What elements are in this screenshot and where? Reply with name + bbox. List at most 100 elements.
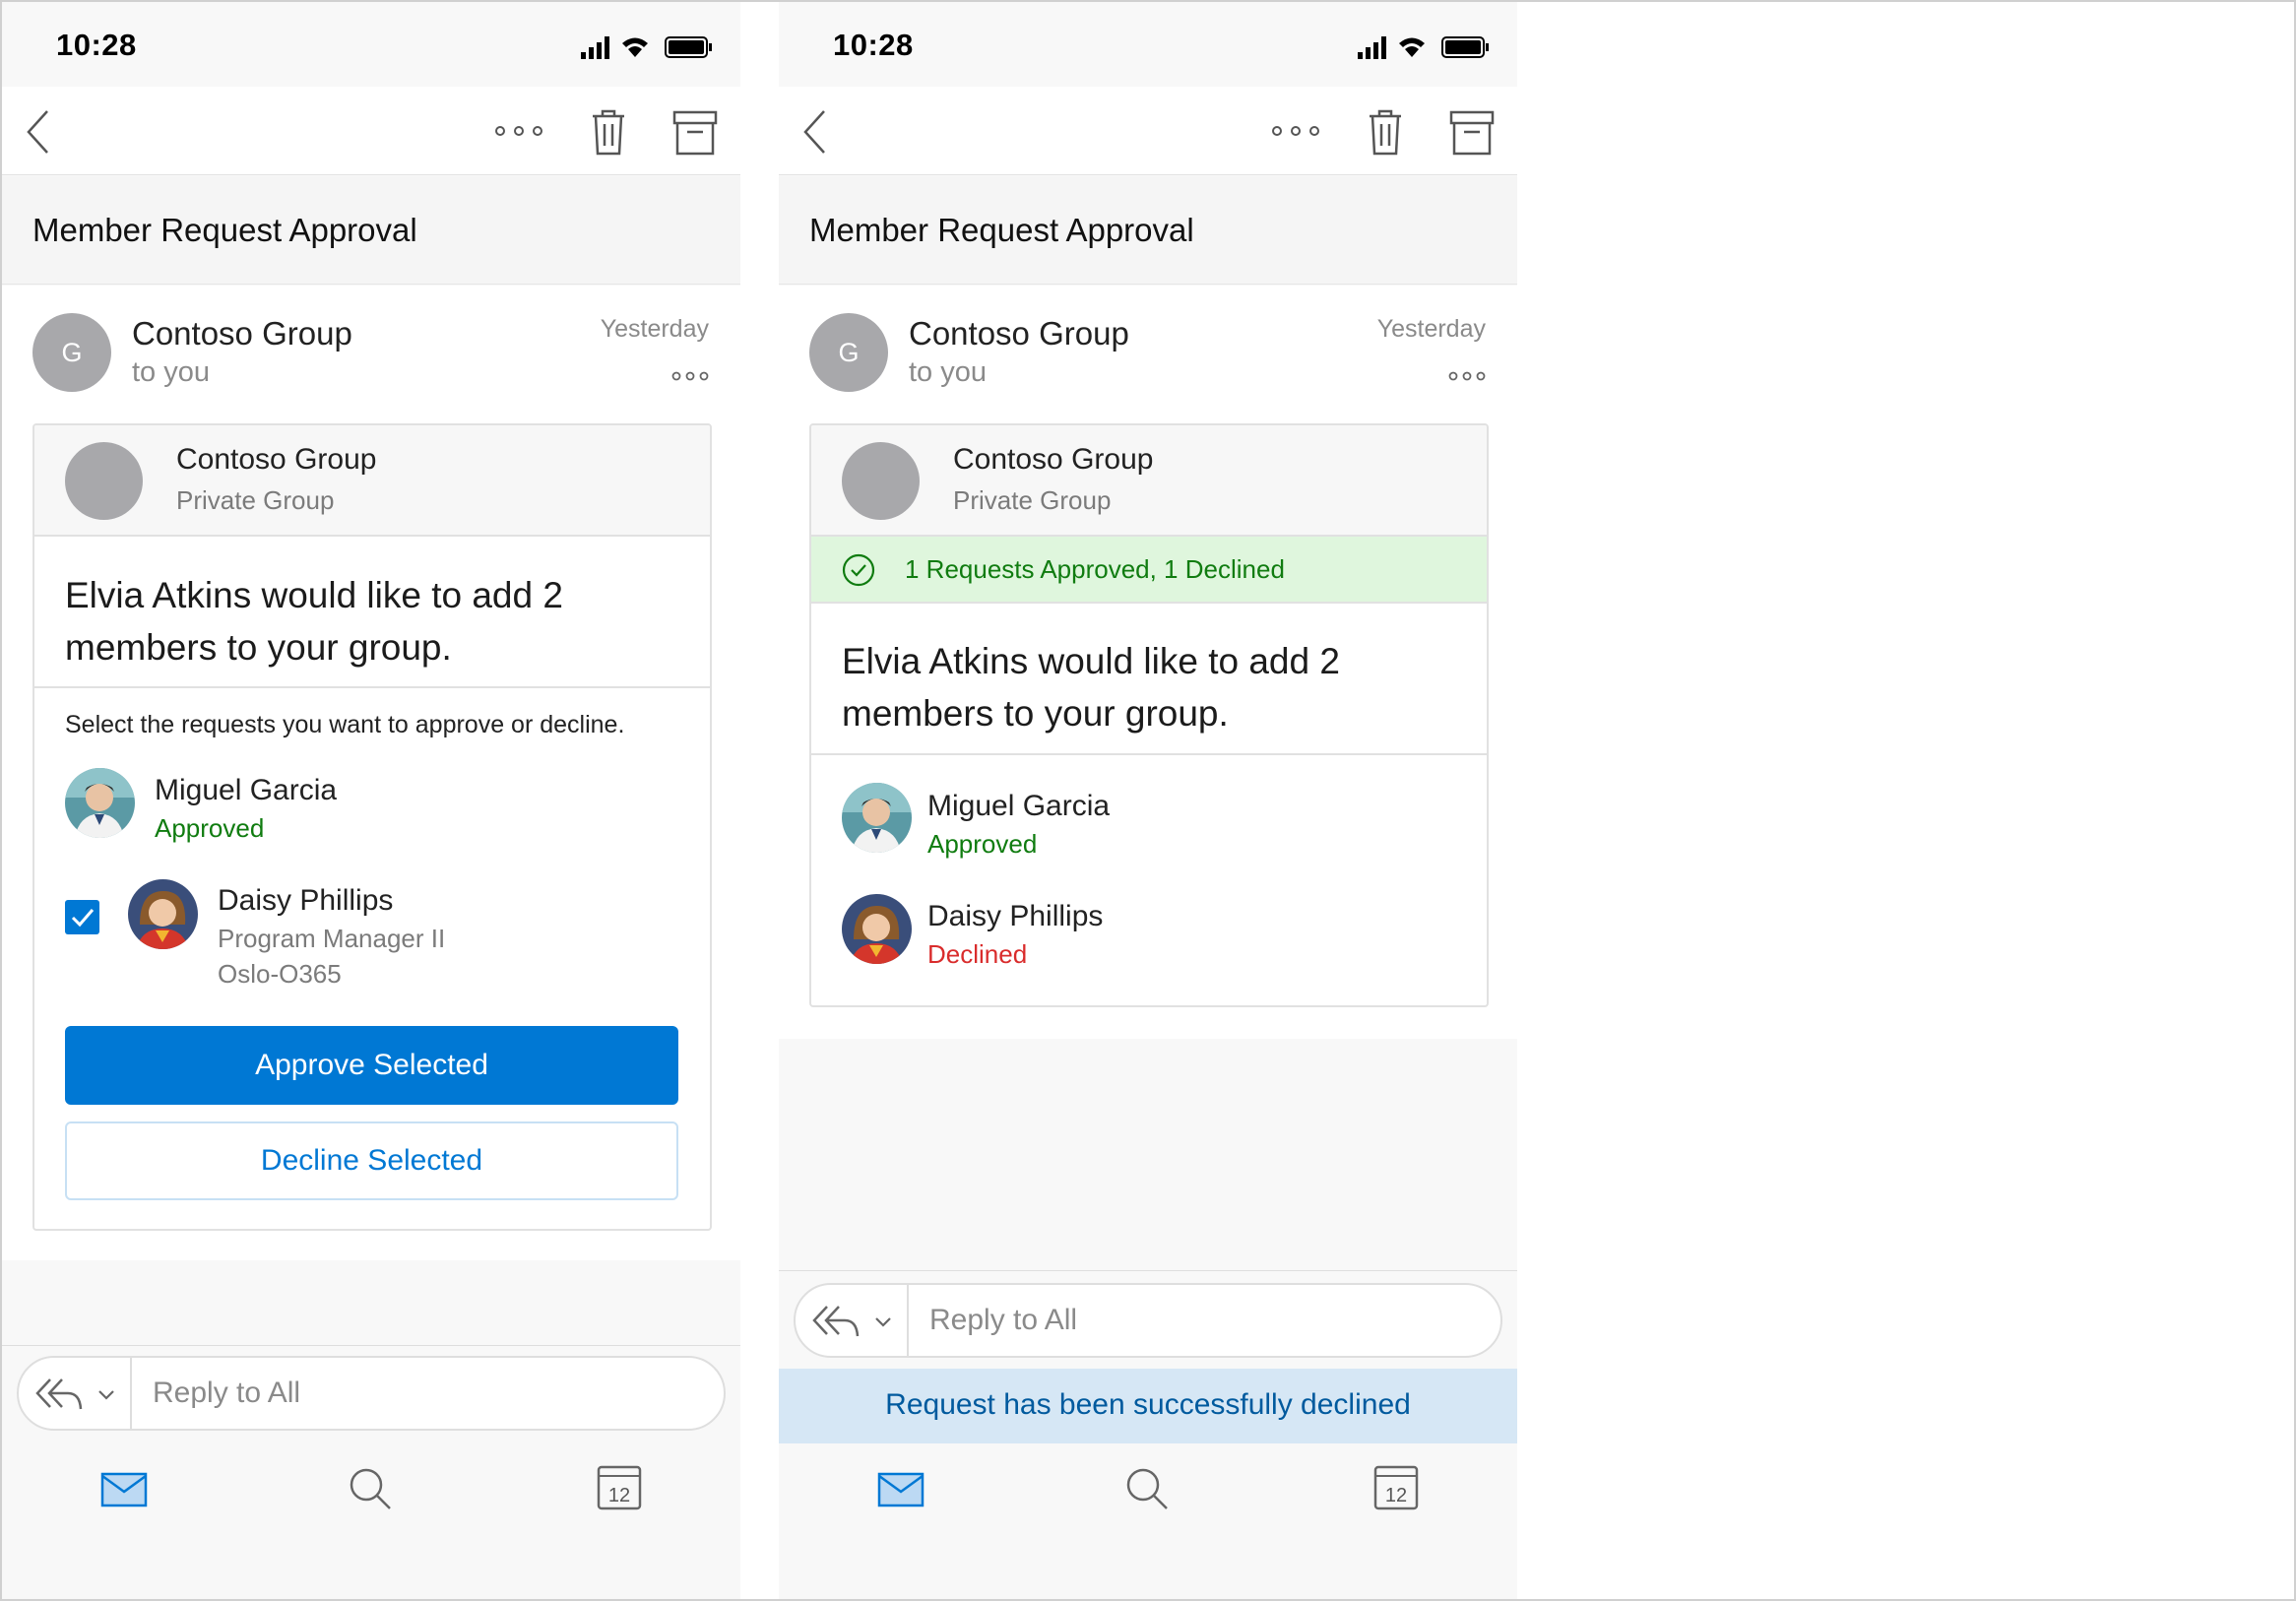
trash-icon[interactable] [1368, 108, 1403, 156]
signal-bar [597, 42, 602, 59]
request-headline: Elvia Atkins would like to add 2 members… [65, 575, 563, 668]
reply-all-icon[interactable] [34, 1376, 84, 1413]
member-title: Program Manager II [218, 924, 446, 953]
subject-bar: Member Request Approval [2, 176, 740, 285]
reply-all-icon[interactable] [811, 1303, 861, 1340]
chevron-down-icon[interactable] [874, 1316, 892, 1327]
search-icon[interactable] [349, 1467, 392, 1510]
more-icon[interactable] [494, 124, 543, 138]
member-name: Miguel Garcia [927, 790, 1111, 822]
signal-bar [1381, 36, 1386, 59]
member-status-approved: Approved [155, 813, 265, 843]
reply-bar: Reply to All [779, 1270, 1517, 1369]
recipient-line: to you [132, 356, 210, 388]
calendar-day: 12 [1385, 1485, 1407, 1506]
checkbox-checked-icon[interactable] [65, 900, 99, 934]
trash-icon[interactable] [591, 108, 626, 156]
sender-avatar[interactable]: G [32, 313, 111, 392]
calendar-icon[interactable]: 12 [1373, 1465, 1419, 1510]
request-headline: Elvia Atkins would like to add 2 members… [842, 641, 1340, 734]
reply-placeholder[interactable]: Reply to All [153, 1377, 300, 1410]
member-status-approved: Approved [927, 829, 1038, 859]
tab-bar: 12 [2, 1443, 740, 1599]
back-chevron-icon[interactable] [802, 109, 826, 155]
divider [811, 753, 1487, 755]
approval-card: Contoso Group Private Group 1 Requests A… [809, 423, 1489, 1007]
member-status-declined: Declined [927, 939, 1028, 969]
message-date: Yesterday [600, 315, 709, 343]
signal-bar [581, 52, 586, 59]
card-header: Contoso Group Private Group [34, 425, 710, 537]
group-avatar [65, 442, 143, 520]
signal-bar [1366, 47, 1371, 59]
search-icon[interactable] [1125, 1467, 1169, 1510]
calendar-icon[interactable]: 12 [597, 1465, 642, 1510]
instructions-text: Select the requests you want to approve … [65, 711, 625, 738]
decline-selected-button[interactable]: Decline Selected [65, 1121, 678, 1200]
signal-bar [589, 47, 594, 59]
daisy-avatar [842, 894, 912, 964]
divider [34, 686, 710, 688]
result-banner-text: 1 Requests Approved, 1 Declined [905, 554, 1285, 584]
back-chevron-icon[interactable] [26, 109, 49, 155]
mail-icon[interactable] [100, 1472, 148, 1507]
recipient-line: to you [909, 356, 987, 388]
approve-selected-button[interactable]: Approve Selected [65, 1026, 678, 1105]
archive-icon[interactable] [1449, 110, 1495, 156]
group-avatar [842, 442, 920, 520]
member-name: Daisy Phillips [218, 884, 394, 917]
message-body: G Contoso Group to you Yesterday Contoso… [779, 286, 1517, 1039]
status-icons [581, 36, 712, 59]
chevron-down-icon[interactable] [97, 1389, 115, 1400]
signal-bar [1358, 52, 1363, 59]
member-name: Miguel Garcia [155, 774, 338, 806]
subject-bar: Member Request Approval [779, 176, 1517, 285]
email-subject: Member Request Approval [809, 212, 1194, 248]
group-type: Private Group [176, 485, 335, 515]
reply-placeholder[interactable]: Reply to All [929, 1304, 1077, 1337]
wifi-icon [1399, 37, 1425, 57]
status-time: 10:28 [56, 28, 137, 62]
sender-name[interactable]: Contoso Group [132, 315, 352, 352]
more-icon[interactable] [1271, 124, 1320, 138]
group-name: Contoso Group [953, 443, 1154, 476]
message-body: G Contoso Group to you Yesterday Contoso… [2, 286, 740, 1260]
phone-screen-before: 10:28 Member Request Approval G Contoso … [2, 2, 740, 1599]
check-circle-icon [842, 553, 875, 587]
daisy-avatar [128, 879, 198, 949]
reply-separator [907, 1285, 909, 1356]
approval-card: Contoso Group Private Group Elvia Atkins… [32, 423, 712, 1231]
message-more-icon[interactable] [671, 370, 709, 382]
reply-input[interactable]: Reply to All [17, 1356, 726, 1431]
reply-bar: Reply to All [2, 1345, 740, 1443]
reply-input[interactable]: Reply to All [794, 1283, 1502, 1358]
email-subject: Member Request Approval [32, 212, 417, 248]
group-type: Private Group [953, 485, 1112, 515]
group-name: Contoso Group [176, 443, 377, 476]
member-name: Daisy Phillips [927, 900, 1104, 932]
signal-bar [605, 36, 609, 59]
mail-icon[interactable] [877, 1472, 925, 1507]
archive-icon[interactable] [672, 110, 718, 156]
phone-screen-after: 10:28 Member Request Approval G Contoso … [779, 2, 1517, 1599]
message-toolbar [2, 87, 740, 175]
message-date: Yesterday [1376, 315, 1486, 343]
message-toolbar [779, 87, 1517, 175]
member-office: Oslo-O365 [218, 959, 342, 989]
sender-name[interactable]: Contoso Group [909, 315, 1129, 352]
status-icons [1358, 36, 1489, 59]
reply-separator [130, 1358, 132, 1429]
signal-bar [1373, 42, 1378, 59]
tab-bar: 12 [779, 1443, 1517, 1599]
miguel-avatar [842, 783, 912, 853]
result-banner: 1 Requests Approved, 1 Declined [811, 537, 1487, 604]
success-toast: Request has been successfully declined [779, 1369, 1517, 1443]
message-more-icon[interactable] [1448, 370, 1486, 382]
sender-avatar[interactable]: G [809, 313, 888, 392]
calendar-day: 12 [608, 1485, 630, 1506]
wifi-icon [622, 37, 648, 57]
success-toast-text: Request has been successfully declined [885, 1388, 1411, 1421]
status-time: 10:28 [833, 28, 914, 62]
miguel-avatar [65, 768, 135, 838]
card-header: Contoso Group Private Group [811, 425, 1487, 537]
